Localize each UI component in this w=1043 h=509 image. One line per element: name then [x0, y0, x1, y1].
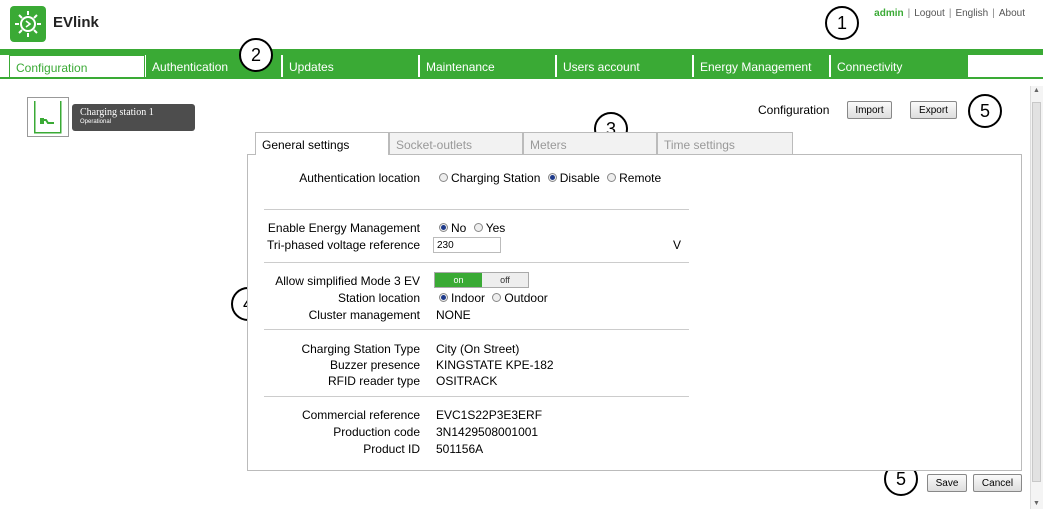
station-card[interactable]: Charging station 1 Operational	[72, 104, 195, 131]
tab-energy-management[interactable]: Energy Management	[694, 55, 829, 77]
radio-outdoor[interactable]	[492, 293, 502, 303]
configuration-label: Configuration	[758, 103, 830, 117]
rfid-value: OSITRACK	[436, 374, 498, 388]
divider	[264, 209, 689, 210]
cluster-label: Cluster management	[308, 308, 420, 322]
subtab-general-settings[interactable]: General settings	[255, 132, 389, 155]
export-button[interactable]: Export	[910, 101, 957, 119]
subtab-time-settings[interactable]: Time settings	[657, 132, 793, 154]
about-link[interactable]: About	[995, 8, 1029, 19]
language-link[interactable]: English	[951, 8, 992, 19]
subtab-meters[interactable]: Meters	[523, 132, 657, 154]
radio-yes[interactable]	[473, 223, 483, 233]
tab-maintenance[interactable]: Maintenance	[420, 55, 555, 77]
logout-link[interactable]: Logout	[910, 8, 949, 19]
station-location-label: Station location	[337, 291, 420, 305]
callout-5-top: 5	[968, 94, 1002, 128]
production-code-label: Production code	[333, 425, 420, 439]
save-button[interactable]: Save	[927, 474, 967, 492]
option-label: Outdoor	[504, 291, 548, 305]
scrollbar-thumb[interactable]	[1032, 102, 1041, 482]
tab-users-account[interactable]: Users account	[557, 55, 692, 77]
auth-location-radio-group: Charging Station Disable Remote	[439, 171, 665, 185]
triphase-label: Tri-phased voltage reference	[267, 238, 420, 252]
option-label: Remote	[619, 171, 662, 185]
product-id-value: 501156A	[436, 442, 484, 456]
import-button[interactable]: Import	[847, 101, 892, 119]
callout-2: 2	[239, 38, 273, 72]
divider	[264, 262, 689, 263]
auth-location-label: Authentication location	[299, 171, 420, 185]
option-label: Disable	[559, 171, 600, 185]
product-id-label: Product ID	[363, 442, 420, 456]
toggle-on[interactable]: on	[435, 273, 482, 287]
tab-updates[interactable]: Updates	[283, 55, 418, 77]
option-label: Yes	[485, 221, 506, 235]
evlink-logo	[10, 6, 46, 42]
subtab-socket-outlets[interactable]: Socket-outlets	[389, 132, 523, 154]
radio-indoor[interactable]	[439, 293, 448, 303]
rfid-label: RFID reader type	[327, 374, 420, 388]
nav-underline	[0, 77, 1043, 79]
energy-mgmt-radio-group: No Yes	[439, 221, 509, 235]
option-label: Charging Station	[451, 171, 541, 185]
radio-charging-station[interactable]	[439, 173, 448, 183]
tab-configuration[interactable]: Configuration	[9, 55, 145, 79]
buzzer-value: KINGSTATE KPE-182	[436, 358, 554, 372]
option-label: Indoor	[451, 291, 486, 305]
mode3-label: Allow simplified Mode 3 EV	[275, 274, 420, 288]
radio-no[interactable]	[439, 223, 448, 233]
radio-disable[interactable]	[547, 173, 557, 183]
top-links: admin | Logout | English | About	[870, 8, 1029, 19]
triphase-voltage-input[interactable]	[433, 237, 501, 253]
station-type-value: City (On Street)	[436, 342, 520, 356]
station-location-radio-group: Indoor Outdoor	[439, 291, 552, 305]
app-title: EVlink	[53, 14, 99, 31]
commercial-ref-value: EVC1S22P3E3ERF	[436, 408, 543, 422]
cancel-button[interactable]: Cancel	[973, 474, 1022, 492]
scroll-up-icon[interactable]: ▲	[1033, 87, 1040, 94]
commercial-ref-label: Commercial reference	[301, 408, 420, 422]
station-name: Charging station 1	[80, 107, 154, 118]
callout-1: 1	[825, 6, 859, 40]
voltage-unit: V	[673, 238, 682, 252]
toggle-off[interactable]: off	[482, 273, 528, 287]
production-code-value: 3N1429508001001	[436, 425, 539, 439]
option-label: No	[451, 221, 467, 235]
charging-station-icon[interactable]	[27, 97, 69, 137]
scroll-down-icon[interactable]: ▼	[1033, 500, 1040, 507]
user-link[interactable]: admin	[870, 8, 907, 19]
radio-remote[interactable]	[607, 173, 617, 183]
cluster-value: NONE	[436, 308, 471, 322]
station-status: Operational	[80, 119, 112, 125]
tab-connectivity[interactable]: Connectivity	[831, 55, 968, 77]
mode3-toggle[interactable]: on off	[434, 272, 529, 288]
buzzer-label: Buzzer presence	[329, 358, 420, 372]
station-type-label: Charging Station Type	[301, 342, 420, 356]
divider	[264, 396, 689, 397]
divider	[264, 329, 689, 330]
energy-mgmt-label: Enable Energy Management	[267, 221, 420, 235]
